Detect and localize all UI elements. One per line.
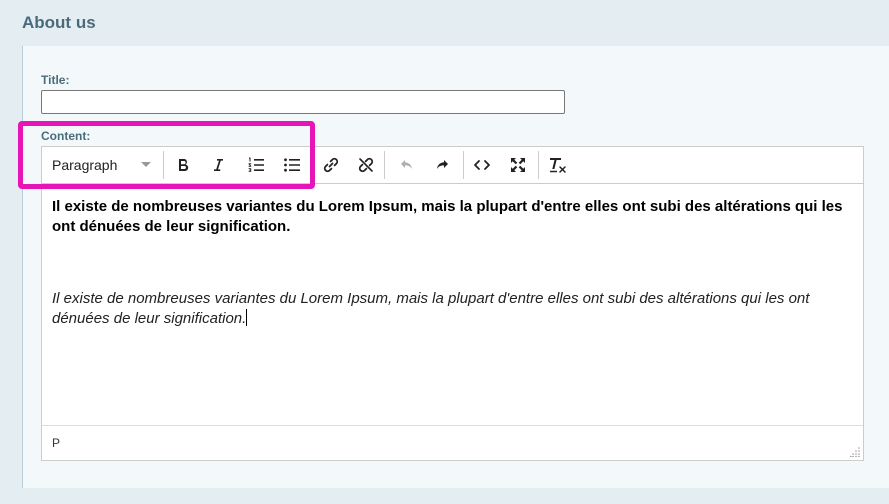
- bold-button[interactable]: [169, 151, 197, 179]
- editor-toolbar: Paragraph: [42, 147, 863, 184]
- title-input[interactable]: [41, 90, 565, 114]
- rich-text-editor: Paragraph Il existe de nombreuses varian…: [41, 146, 864, 461]
- link-button[interactable]: [317, 151, 345, 179]
- source-code-button[interactable]: [468, 151, 496, 179]
- editor-content-area[interactable]: Il existe de nombreuses variantes du Lor…: [42, 184, 863, 427]
- redo-button[interactable]: [428, 151, 456, 179]
- clear-format-icon: [550, 158, 566, 173]
- fullscreen-icon: [511, 158, 525, 172]
- clear-formatting-button[interactable]: [544, 151, 572, 179]
- bullet-list-icon: [284, 158, 300, 172]
- italic-paragraph-text: Il existe de nombreuses variantes du Lor…: [52, 290, 810, 327]
- toolbar-separator: [163, 151, 164, 179]
- section-title: About us: [22, 13, 96, 32]
- title-label: Title:: [41, 73, 70, 87]
- text-cursor: [246, 309, 248, 326]
- numbered-list-icon: [248, 157, 264, 172]
- fullscreen-button[interactable]: [504, 151, 532, 179]
- numbered-list-button[interactable]: [242, 151, 270, 179]
- editor-statusbar: P: [42, 425, 863, 460]
- resize-handle-icon[interactable]: [850, 447, 860, 457]
- toolbar-separator: [538, 151, 539, 179]
- italic-button[interactable]: [204, 151, 232, 179]
- format-select[interactable]: Paragraph: [42, 147, 156, 183]
- toolbar-separator: [463, 151, 464, 179]
- element-path[interactable]: P: [52, 436, 60, 450]
- italic-icon: [214, 159, 223, 171]
- bold-icon: [179, 159, 189, 172]
- toolbar-separator: [310, 151, 311, 179]
- bold-paragraph: Il existe de nombreuses variantes du Lor…: [52, 198, 843, 235]
- link-icon: [323, 157, 339, 173]
- undo-button[interactable]: [393, 151, 421, 179]
- toolbar-separator: [384, 151, 385, 179]
- italic-paragraph: Il existe de nombreuses variantes du Lor…: [52, 289, 853, 329]
- content-label: Content:: [41, 129, 91, 143]
- bullet-list-button[interactable]: [278, 151, 306, 179]
- unlink-button[interactable]: [352, 151, 380, 179]
- code-icon: [474, 160, 490, 170]
- redo-icon: [437, 160, 448, 169]
- undo-icon: [401, 160, 412, 169]
- unlink-icon: [358, 157, 374, 173]
- chevron-down-icon: [141, 162, 151, 167]
- format-select-value: Paragraph: [52, 157, 118, 173]
